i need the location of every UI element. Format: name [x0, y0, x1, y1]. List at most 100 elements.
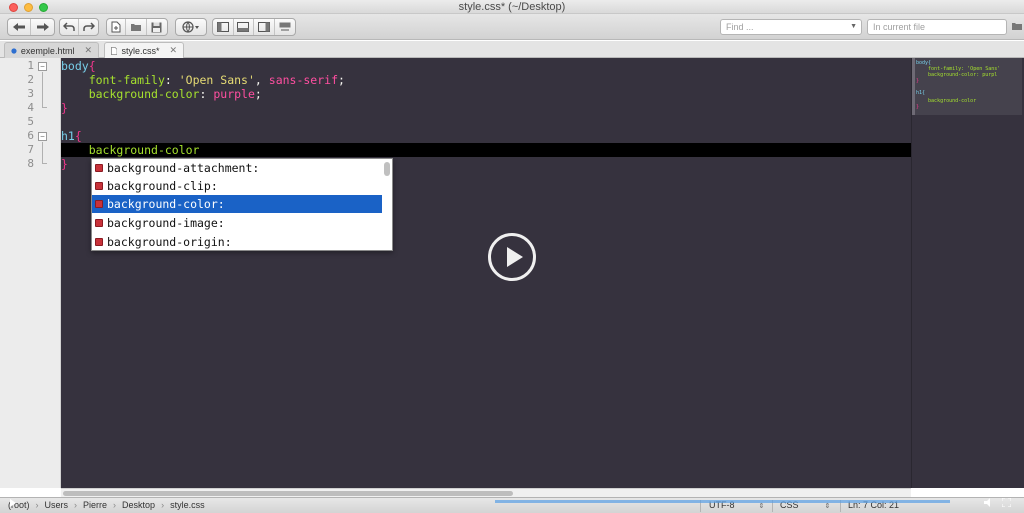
close-tab-icon[interactable]: ✕ [169, 45, 177, 56]
breadcrumb-item[interactable]: (root) [8, 500, 36, 510]
line-number: 7 [27, 143, 34, 156]
css-property: font-family [88, 73, 165, 87]
title-bar: style.css* (~/Desktop) [0, 0, 1024, 14]
forward-button[interactable] [31, 19, 54, 35]
code-editor[interactable]: body{ font-family: 'Open Sans', sans-ser… [61, 58, 911, 488]
tab-style-css[interactable]: style.css* ✕ [104, 42, 184, 58]
css-property: background-color [88, 143, 200, 157]
autocomplete-label: background-origin: [107, 235, 232, 249]
css-selector: body [61, 59, 89, 73]
video-play-button[interactable] [488, 233, 536, 281]
semicolon: ; [338, 73, 345, 87]
open-folder-button[interactable] [126, 19, 147, 35]
minimap-line: background-color [916, 98, 977, 104]
minimap-scrollbar[interactable] [912, 58, 915, 115]
toggle-fullscreen-button[interactable] [275, 19, 295, 35]
play-icon [507, 247, 523, 267]
in-current-file-placeholder: In current file [873, 22, 926, 32]
semicolon: ; [254, 87, 262, 101]
toggle-bottom-panel-button[interactable] [234, 19, 254, 35]
minimap-line: } [916, 78, 920, 84]
autocomplete-label: background-clip: [107, 179, 218, 193]
layout-group [212, 18, 296, 36]
css-selector: h1 [61, 129, 75, 143]
redo-icon [82, 22, 95, 31]
breadcrumb-item[interactable]: Users [45, 500, 75, 510]
close-tab-icon[interactable]: ✕ [84, 45, 92, 56]
breadcrumb-item[interactable]: style.css [170, 500, 211, 510]
autocomplete-item[interactable]: background-clip: [92, 177, 382, 195]
fold-toggle[interactable]: − [38, 132, 47, 141]
preview-group [175, 18, 207, 36]
find-dropdown-icon[interactable]: ▼ [850, 23, 857, 30]
globe-icon [182, 21, 199, 33]
close-brace: } [61, 101, 68, 115]
toolbar: Find ... ▼ In current file [0, 14, 1024, 40]
status-divider [700, 500, 701, 512]
up-down-chevron-icon: ⇕ [824, 503, 831, 510]
code-line-1: body{ [61, 59, 96, 73]
breadcrumb-item[interactable]: Pierre [83, 500, 113, 510]
syntax-selector[interactable]: CSS ⇕ [780, 500, 830, 512]
tab-label: exemple.html [20, 45, 75, 56]
autocomplete-label: background-color: [107, 197, 225, 211]
toggle-right-panel-button[interactable] [254, 19, 275, 35]
horizontal-scroll-thumb[interactable] [63, 491, 513, 496]
preview-in-browser-button[interactable] [176, 19, 206, 35]
back-button[interactable] [8, 19, 31, 35]
minimap[interactable]: body{ font-family: 'Open Sans' backgroun… [911, 58, 1024, 488]
close-brace: } [61, 157, 68, 171]
find-placeholder: Find ... [726, 22, 754, 32]
save-button[interactable] [147, 19, 167, 35]
toggle-sidebar-button[interactable] [213, 19, 234, 35]
encoding-label: UTF-8 [709, 500, 735, 510]
fold-guide-end [42, 163, 47, 164]
autocomplete-item-selected[interactable]: background-color: [92, 195, 382, 213]
fullscreen-icon [279, 22, 291, 31]
css-property-icon [95, 164, 103, 172]
css-property-icon [95, 238, 103, 246]
horizontal-scrollbar[interactable] [61, 488, 911, 497]
css-file-icon [111, 46, 118, 55]
line-number: 1 [27, 59, 34, 72]
folder-icon [131, 24, 142, 31]
folder-icon[interactable] [1011, 20, 1023, 32]
css-property-icon [95, 219, 103, 227]
code-line-7-current: background-color [61, 143, 911, 157]
autocomplete-scrollbar[interactable] [384, 162, 390, 176]
breadcrumb-item[interactable]: Desktop [122, 500, 161, 510]
colon: : [164, 73, 179, 87]
tab-label: style.css* [121, 45, 160, 56]
line-number: 2 [27, 73, 34, 86]
arrow-right-icon [36, 23, 49, 31]
autocomplete-item[interactable]: background-attachment: [92, 159, 382, 177]
find-input[interactable]: Find ... ▼ [720, 19, 862, 35]
colon: : [199, 87, 214, 101]
autocomplete-item[interactable]: background-image: [92, 214, 382, 232]
fold-guide [42, 142, 43, 163]
new-file-button[interactable] [107, 19, 127, 35]
code-line-2: font-family: 'Open Sans', sans-serif; [61, 73, 345, 87]
fold-toggle[interactable]: − [38, 62, 47, 71]
redo-button[interactable] [79, 19, 98, 35]
comma: , [254, 73, 269, 87]
encoding-selector[interactable]: UTF-8 ⇕ [709, 500, 764, 512]
css-property-icon [95, 200, 103, 208]
status-bar: (root) › Users › Pierre › Desktop › styl… [0, 497, 1024, 513]
autocomplete-label: background-image: [107, 216, 225, 230]
breadcrumb-separator: › [74, 500, 78, 510]
in-current-file-input[interactable]: In current file [867, 19, 1007, 35]
line-number: 8 [27, 157, 34, 170]
undo-redo-group [59, 18, 99, 36]
undo-button[interactable] [60, 19, 80, 35]
code-line-4: } [61, 101, 68, 115]
undo-icon [63, 22, 75, 31]
fold-guide-end [42, 107, 47, 108]
tab-exemple-html[interactable]: exemple.html ✕ [4, 42, 99, 58]
tab-bar: exemple.html ✕ style.css* ✕ [0, 41, 1024, 58]
floppy-disk-icon [151, 22, 162, 32]
file-group [106, 18, 168, 36]
autocomplete-item[interactable]: background-origin: [92, 233, 382, 251]
